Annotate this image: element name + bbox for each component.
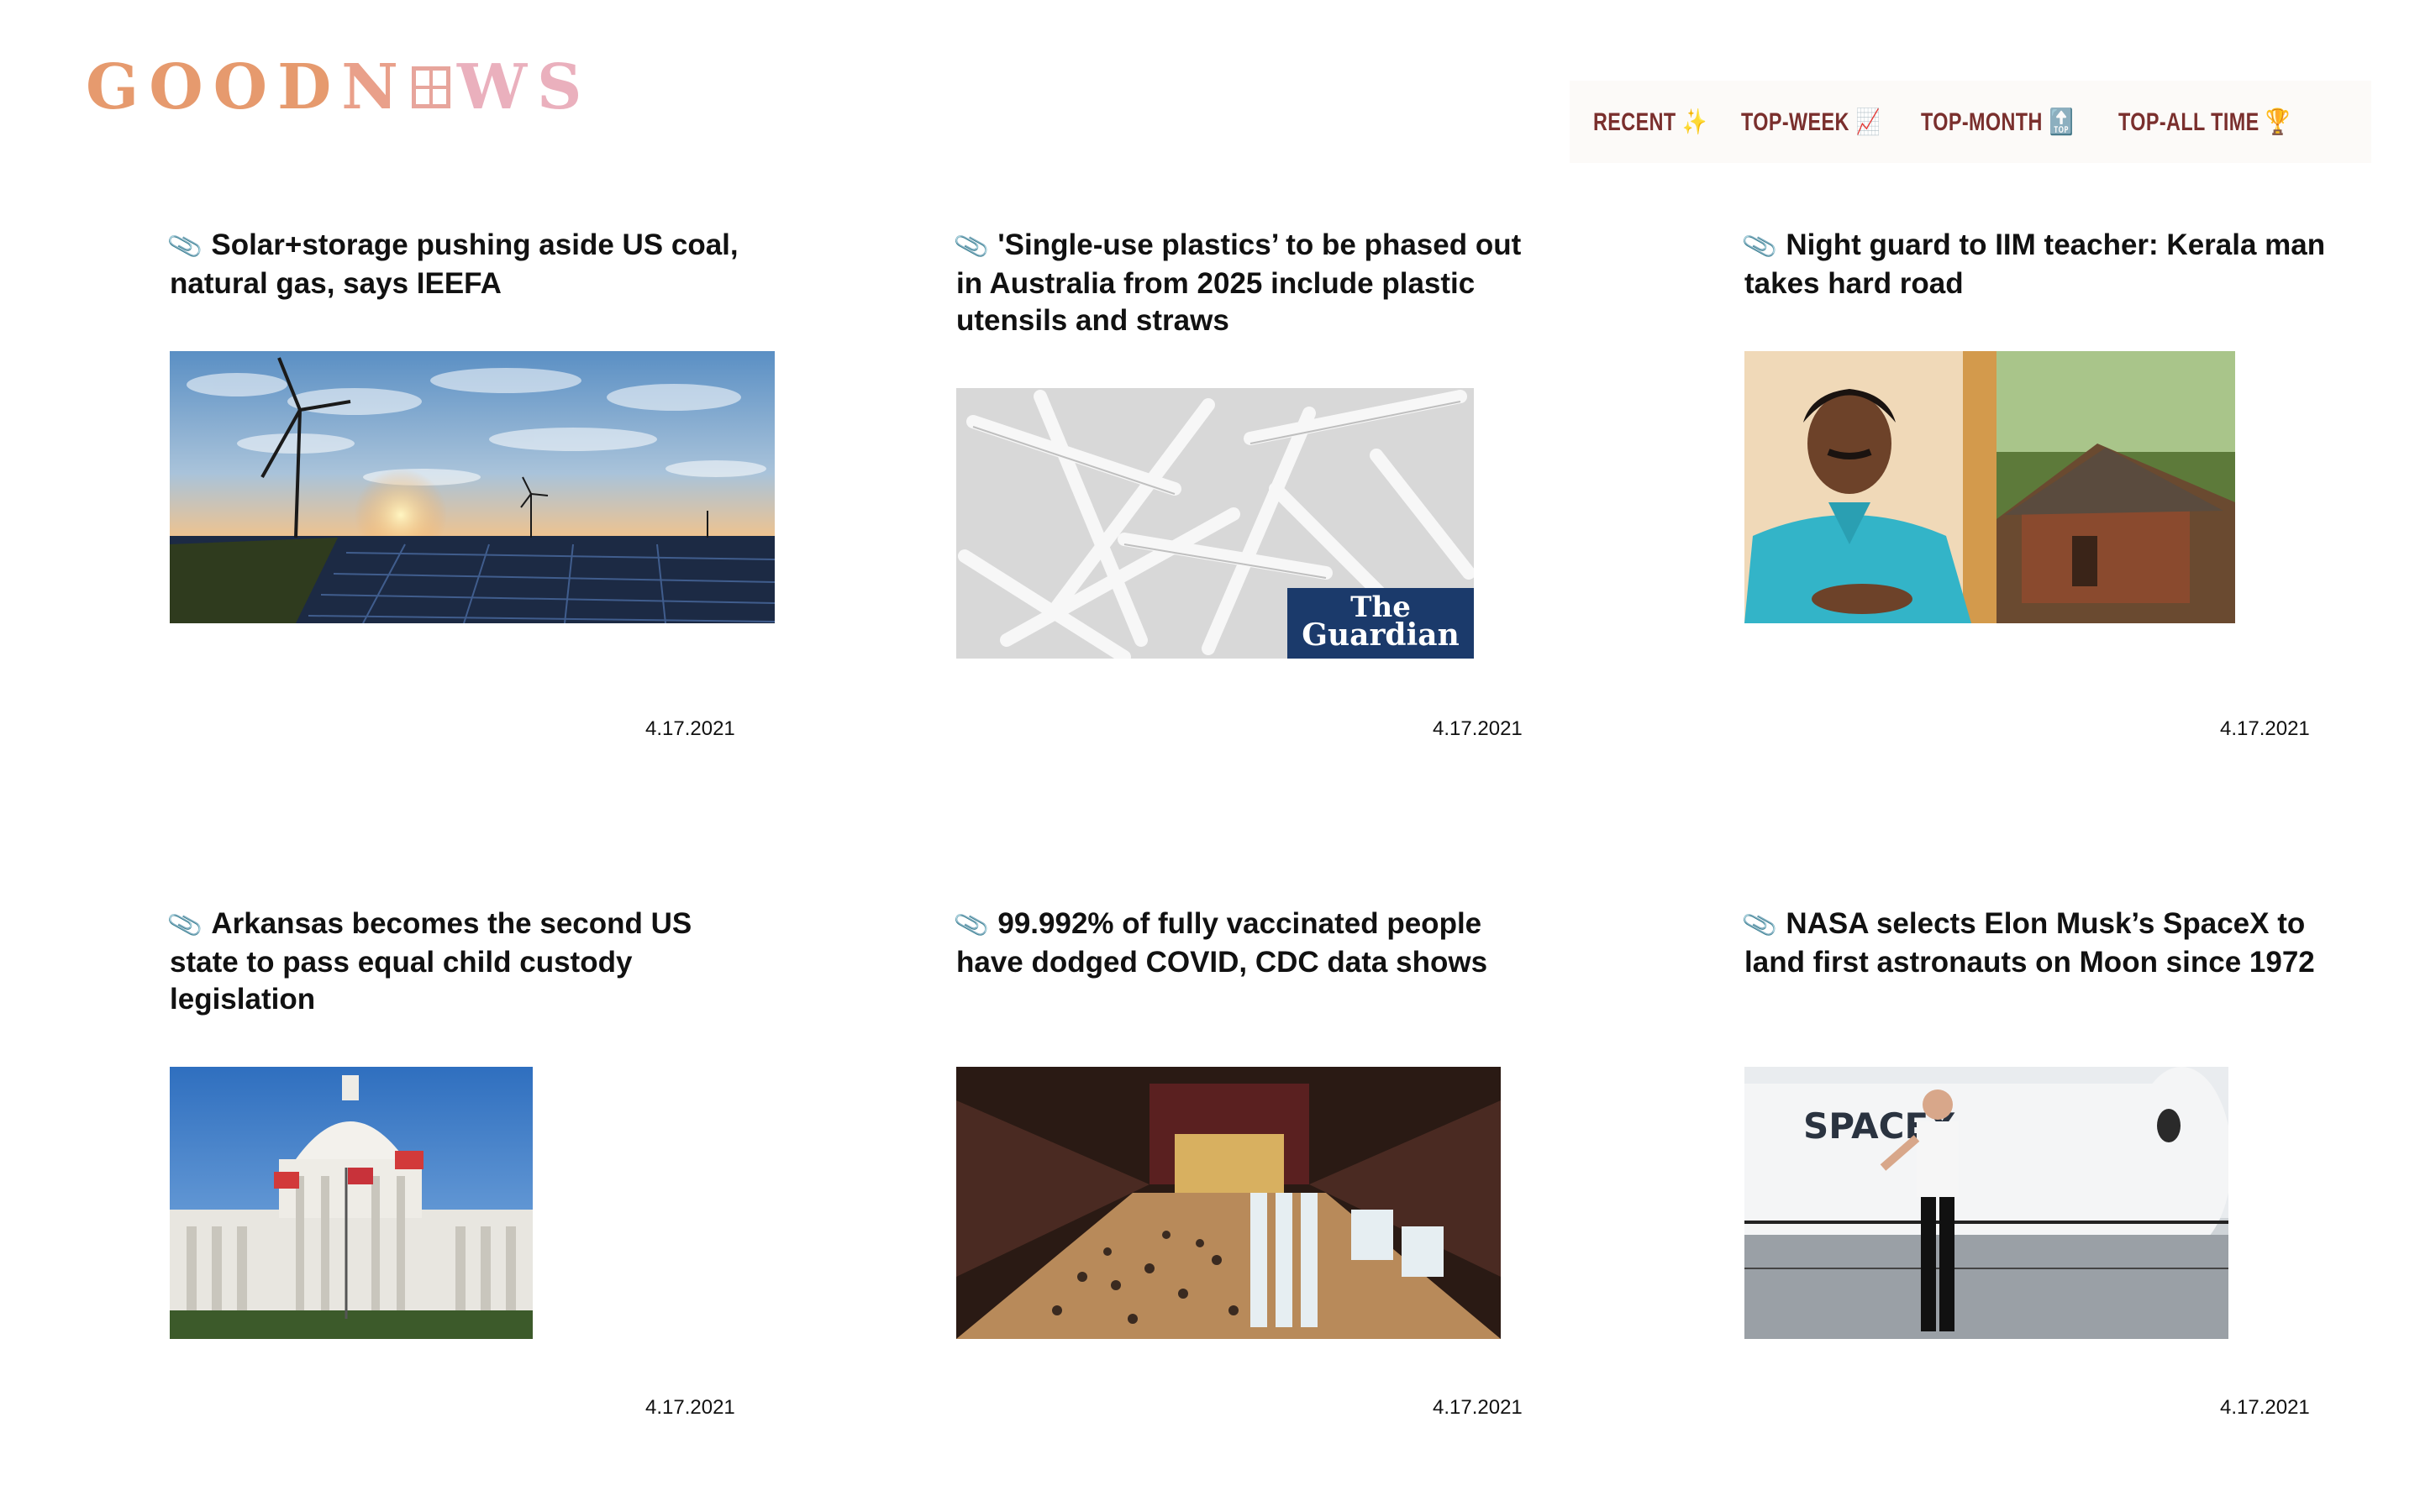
nav-top-month[interactable]: TOP-MONTH 🔝 <box>1921 108 2074 137</box>
article-title[interactable]: 📎 Night guard to IIM teacher: Kerala man … <box>1740 227 2333 302</box>
article-card[interactable]: 📎 Night guard to IIM teacher: Kerala man … <box>1740 227 2383 302</box>
top-nav: RECENT ✨ TOP-WEEK 📈 TOP-MONTH 🔝 TOP-ALL TIM… <box>1570 81 2371 163</box>
article-date: 4.17.2021 <box>645 717 735 740</box>
top-arrow-icon: 🔝 <box>2049 108 2075 136</box>
plastic-forks-image: The Guardian <box>956 388 1474 659</box>
paperclip-icon: 📎 <box>1740 906 1780 944</box>
article-card[interactable]: 📎 Solar+storage pushing aside US coal, na… <box>166 227 808 302</box>
paperclip-icon: 📎 <box>166 906 205 944</box>
paperclip-icon: 📎 <box>952 228 992 265</box>
article-card[interactable]: 📎 99.992% of fully vaccinated people have… <box>952 906 1595 981</box>
logo-box-icon <box>411 66 450 108</box>
sparkles-icon: ✨ <box>1682 108 1707 136</box>
paperclip-icon: 📎 <box>166 228 205 265</box>
article-date: 4.17.2021 <box>2220 1396 2310 1419</box>
article-title[interactable]: 📎 NASA selects Elon Musk’s SpaceX to land… <box>1740 906 2333 981</box>
nav-recent[interactable]: RECENT ✨ <box>1593 108 1707 137</box>
article-date: 4.17.2021 <box>645 1396 735 1419</box>
wind-turbine-solar-image <box>170 351 775 623</box>
logo-text-n: N <box>341 51 408 123</box>
trophy-icon: 🏆 <box>2265 108 2291 136</box>
nav-top-all-time[interactable]: TOP-ALL TIME 🏆 <box>2118 108 2291 137</box>
article-image[interactable]: The Guardian <box>956 388 1474 659</box>
logo-text-ws: WS <box>456 51 592 123</box>
paperclip-icon: 📎 <box>952 906 992 944</box>
spacex-rocket-image: SPACEX <box>1744 1067 2228 1339</box>
article-image[interactable] <box>956 1067 1501 1339</box>
vaccination-hall-image <box>956 1067 1501 1339</box>
man-and-hut-image <box>1744 351 2235 623</box>
nav-top-week[interactable]: TOP-WEEK 📈 <box>1741 108 1881 137</box>
article-title[interactable]: 📎 99.992% of fully vaccinated people have… <box>952 906 1544 981</box>
logo-text-good: GOOD <box>86 51 342 123</box>
article-card[interactable]: 📎 Arkansas becomes the second US state to… <box>166 906 808 1018</box>
svg-text:Guardian: Guardian <box>1302 617 1460 653</box>
paperclip-icon: 📎 <box>1740 228 1780 265</box>
site-logo[interactable]: GOOD N WS <box>86 51 592 123</box>
article-image[interactable] <box>170 1067 533 1339</box>
article-date: 4.17.2021 <box>1433 1396 1523 1419</box>
article-image[interactable]: SPACEX <box>1744 1067 2228 1339</box>
article-date: 4.17.2021 <box>1433 717 1523 740</box>
article-image[interactable] <box>170 351 775 623</box>
article-image[interactable] <box>1744 351 2235 623</box>
article-card[interactable]: 📎 NASA selects Elon Musk’s SpaceX to land… <box>1740 906 2383 981</box>
article-card[interactable]: 📎 'Single-use plastics’ to be phased out … <box>952 227 1595 339</box>
chart-increasing-icon: 📈 <box>1855 108 1881 136</box>
article-title[interactable]: 📎 'Single-use plastics’ to be phased out … <box>952 227 1544 339</box>
capitol-building-image <box>170 1067 533 1339</box>
article-title[interactable]: 📎 Solar+storage pushing aside US coal, na… <box>166 227 758 302</box>
article-date: 4.17.2021 <box>2220 717 2310 740</box>
article-title[interactable]: 📎 Arkansas becomes the second US state to… <box>166 906 758 1018</box>
